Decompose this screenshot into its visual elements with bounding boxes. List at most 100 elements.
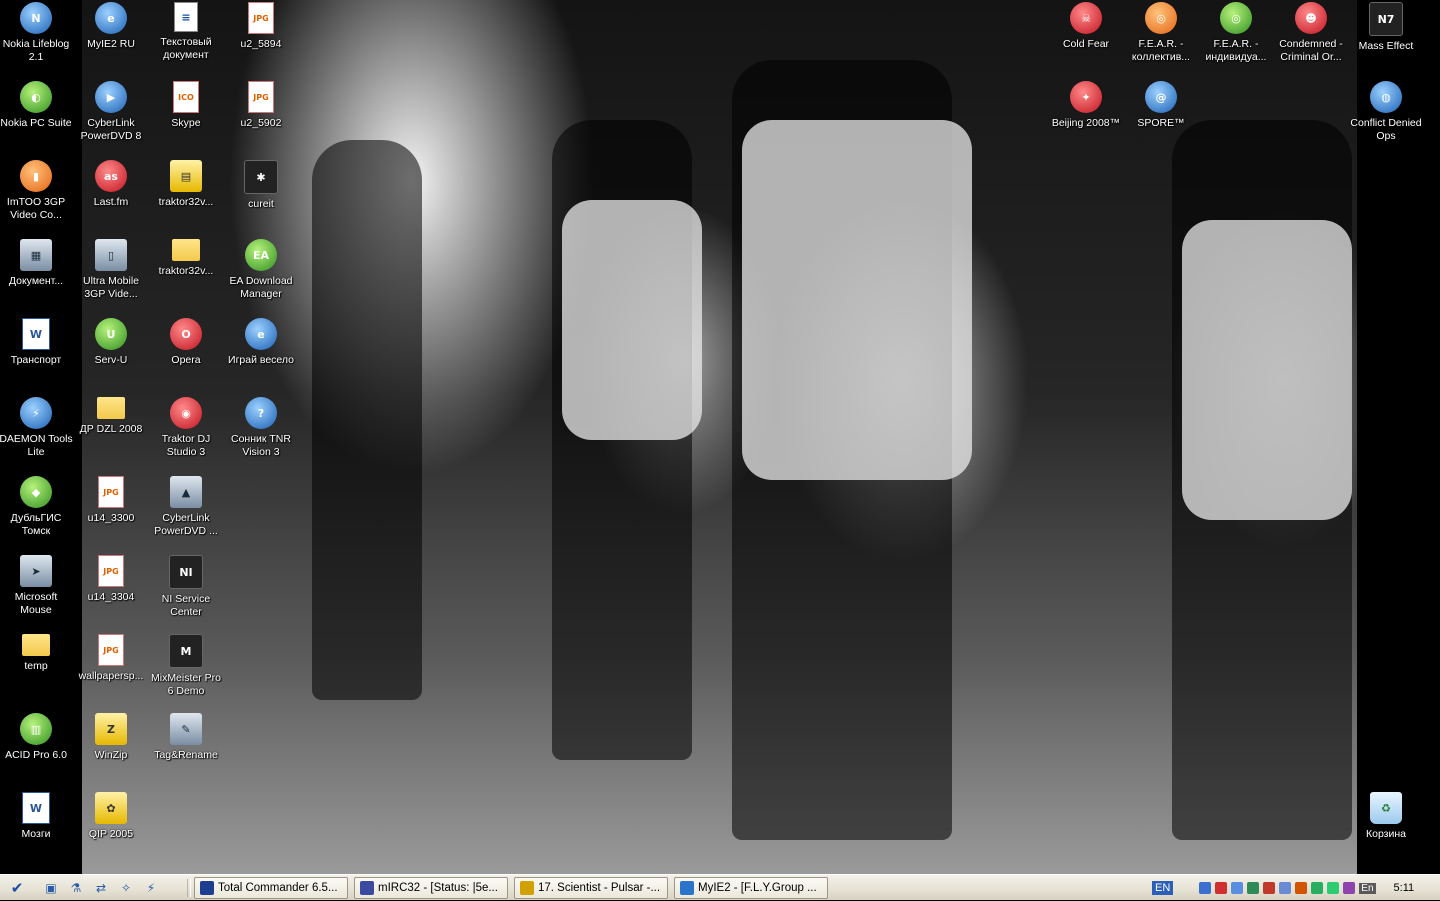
icon-glyph: JPG (103, 487, 119, 497)
desktop-icon-label: ImTOO 3GP Video Co... (6, 196, 66, 221)
desktop-icon-label: Сонник TNR Vision 3 (231, 433, 291, 458)
desktop-icon-label: QIP 2005 (88, 828, 134, 840)
icon-glyph: @ (1155, 90, 1167, 104)
desktop-icon[interactable]: ◎ F.E.A.R. - индивидуа... (1198, 2, 1274, 64)
taskbar-window-button[interactable]: 17. Scientist - Pulsar -... (514, 877, 668, 899)
tray-app-icon[interactable] (1231, 882, 1244, 894)
desktop-icon[interactable]: ≡ Текстовый документ (148, 2, 224, 62)
quick-launch-button[interactable]: ⇄ (90, 879, 112, 897)
desktop-icon[interactable]: ▥ ACID Pro 6.0 (0, 713, 74, 762)
tray-app-icon[interactable] (1247, 882, 1260, 894)
desktop-icon[interactable]: e MyIE2 RU (73, 2, 149, 51)
desktop-icon[interactable]: ◆ ДубльГИС Томск (0, 476, 74, 538)
quick-launch-button[interactable]: ✧ (115, 879, 137, 897)
desktop-icon[interactable]: as Last.fm (73, 160, 149, 209)
desktop-icon[interactable]: ☠ Cold Fear (1048, 2, 1124, 51)
desktop-icon-label: wallpapersp... (78, 670, 144, 682)
nokia-lifeblog-icon: N (20, 2, 52, 34)
icon-glyph: ⚡ (32, 406, 40, 420)
desktop-icon[interactable]: traktor32v... (148, 239, 224, 278)
wallpaper-figure (562, 200, 702, 440)
icon-glyph: N7 (1377, 12, 1395, 26)
desktop-icon[interactable]: M MixMeister Pro 6 Demo (148, 634, 224, 698)
tray-app-icon[interactable] (1311, 882, 1324, 894)
desktop-icon[interactable]: W Мозги (0, 792, 74, 841)
quick-launch-button[interactable]: ⚗ (65, 879, 87, 897)
quick-launch-button[interactable]: ⚡ (140, 879, 162, 897)
desktop-icon[interactable]: ◐ Nokia PC Suite (0, 81, 74, 130)
desktop-icon[interactable]: Z WinZip (73, 713, 149, 762)
desktop-icon[interactable]: O Opera (148, 318, 224, 367)
desktop-icon[interactable]: ☻ Condemned - Criminal Or... (1273, 2, 1349, 64)
desktop-icon[interactable]: temp (0, 634, 74, 673)
ni-service-center-icon: NI (169, 555, 203, 589)
tray-app-icon[interactable] (1279, 882, 1292, 894)
clock[interactable]: 5:11 (1394, 882, 1415, 894)
desktop-icon[interactable]: NI NI Service Center (148, 555, 224, 619)
winrar-archive-icon: ▦ (20, 239, 52, 271)
icon-glyph: N (31, 11, 41, 25)
desktop-icon[interactable]: ➤ Microsoft Mouse (0, 555, 74, 617)
desktop-icon[interactable]: e Играй весело (223, 318, 299, 367)
icon-glyph: ▯ (107, 248, 115, 262)
tray-app-icon[interactable] (1199, 882, 1212, 894)
desktop-icon[interactable]: ✿ QIP 2005 (73, 792, 149, 841)
desktop-icon-label: Condemned - Criminal Or... (1279, 38, 1343, 63)
desktop-icon[interactable]: ДР DZL 2008 (73, 397, 149, 436)
tray-app-icon[interactable] (1215, 882, 1228, 894)
desktop-icon[interactable]: ◎ F.E.A.R. - коллектив... (1123, 2, 1199, 64)
desktop-icon-label: ACID Pro 6.0 (5, 749, 67, 761)
tray-icons (1199, 882, 1356, 894)
start-button[interactable]: ✔ (4, 877, 30, 899)
desktop-icon[interactable]: ▤ traktor32v... (148, 160, 224, 209)
desktop-icon[interactable]: ICO Skype (148, 81, 224, 130)
desktop-icon[interactable]: JPG u2_5902 (223, 81, 299, 130)
desktop-icon[interactable]: U Serv-U (73, 318, 149, 367)
serv-u-icon: U (95, 318, 127, 350)
quick-launch-button[interactable]: ▣ (40, 879, 62, 897)
desktop-icon[interactable]: ▶ CyberLink PowerDVD 8 (73, 81, 149, 143)
desktop-icon[interactable]: ? Сонник TNR Vision 3 (223, 397, 299, 459)
desktop-icon[interactable]: ♻ Корзина (1348, 792, 1424, 841)
desktop-icon[interactable]: ▮ ImTOO 3GP Video Co... (0, 160, 74, 222)
desktop-icon[interactable]: ◉ Traktor DJ Studio 3 (148, 397, 224, 459)
desktop-icon[interactable]: EA EA Download Manager (223, 239, 299, 301)
icon-glyph: JPG (253, 92, 269, 102)
language-indicator[interactable]: EN (1152, 881, 1174, 895)
desktop-icon-label: u2_5894 (240, 38, 282, 50)
desktop-icon[interactable]: ⚡ DAEMON Tools Lite (0, 397, 74, 459)
desktop-icon[interactable]: JPG u14_3300 (73, 476, 149, 525)
beijing-2008-icon: ✦ (1070, 81, 1102, 113)
desktop-icon-label: Skype (171, 117, 201, 129)
desktop-icon[interactable]: ✱ cureit (223, 160, 299, 211)
desktop-icon[interactable]: JPG u14_3304 (73, 555, 149, 604)
desktop-icon[interactable]: W Транспорт (0, 318, 74, 367)
desktop-icon[interactable]: ✦ Beijing 2008™ (1048, 81, 1124, 130)
desktop-icon[interactable]: N7 Mass Effect (1348, 2, 1424, 53)
desktop-icon[interactable]: N Nokia Lifeblog 2.1 (0, 2, 74, 64)
taskbar-window-button[interactable]: Total Commander 6.5... (194, 877, 348, 899)
language-bar-icon[interactable]: En (1359, 882, 1376, 894)
tray-app-icon[interactable] (1343, 882, 1356, 894)
icon-glyph: ◆ (31, 485, 41, 499)
desktop-icon-label: Мозги (21, 828, 51, 840)
desktop: N Nokia Lifeblog 2.1 e MyIE2 RU ≡ Текстовый д… (0, 0, 1440, 874)
tray-app-icon[interactable] (1327, 882, 1340, 894)
desktop-icon[interactable]: JPG wallpapersp... (73, 634, 149, 683)
desktop-icon[interactable]: ▯ Ultra Mobile 3GP Vide... (73, 239, 149, 301)
desktop-icon[interactable]: @ SPORE™ (1123, 81, 1199, 130)
tray-app-icon[interactable] (1295, 882, 1308, 894)
taskbar-window-button[interactable]: mIRC32 - [Status: |5e... (354, 877, 508, 899)
acid-pro-icon: ▥ (20, 713, 52, 745)
desktop-icon[interactable]: ✎ Tag&Rename (148, 713, 224, 762)
tray-app-icon[interactable] (1263, 882, 1276, 894)
condemned-icon: ☻ (1295, 2, 1327, 34)
desktop-icon-label: CyberLink PowerDVD ... (154, 512, 218, 537)
desktop-icon[interactable]: ▲ CyberLink PowerDVD ... (148, 476, 224, 538)
taskbar-window-button[interactable]: MyIE2 - [F.L.Y.Group ... (674, 877, 828, 899)
desktop-icon[interactable]: ▦ Документ... (0, 239, 74, 288)
icon-glyph: ▤ (180, 169, 192, 183)
imtoo-3gp-icon: ▮ (20, 160, 52, 192)
desktop-icon[interactable]: JPG u2_5894 (223, 2, 299, 51)
desktop-icon[interactable]: ◍ Conflict Denied Ops (1348, 81, 1424, 143)
